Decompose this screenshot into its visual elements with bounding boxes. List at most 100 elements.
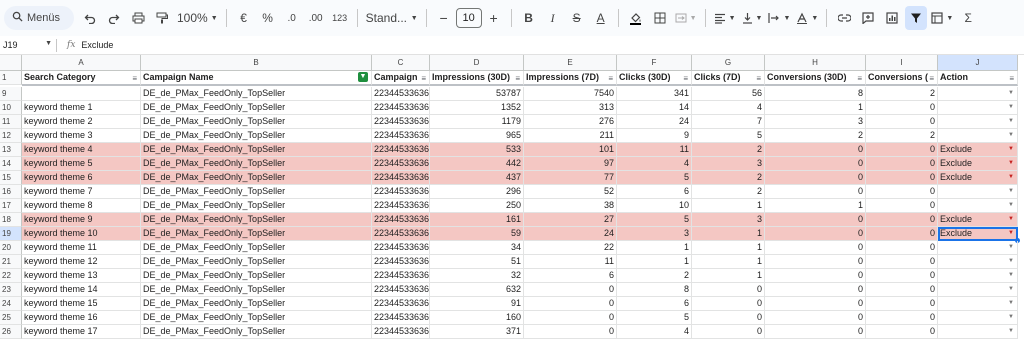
row-header-13[interactable]: 13 [0, 143, 22, 157]
table-cell[interactable]: 533 [430, 143, 524, 157]
filter-views-icon[interactable]: ▼ [929, 6, 955, 30]
filter-icon[interactable]: ≡ [421, 72, 426, 84]
table-cell[interactable]: 296 [430, 185, 524, 199]
table-cell[interactable]: 56 [692, 87, 765, 101]
column-header-j[interactable]: J [938, 55, 1018, 71]
table-cell[interactable]: 22 [524, 241, 617, 255]
action-dropdown-cell[interactable]: ▼ [938, 101, 1018, 115]
table-cell[interactable]: 22344533636 [372, 129, 430, 143]
filter-icon[interactable]: ≡ [929, 72, 934, 84]
table-cell[interactable]: 22344533636 [372, 297, 430, 311]
row-header-14[interactable]: 14 [0, 157, 22, 171]
table-cell[interactable]: 22344533636 [372, 101, 430, 115]
link-icon[interactable] [833, 6, 855, 30]
table-cell[interactable]: DE_de_PMax_FeedOnly_TopSeller [141, 171, 372, 185]
table-cell[interactable]: 6 [524, 269, 617, 283]
header-cell-d[interactable]: Impressions (30D) ≡ [430, 71, 524, 86]
table-cell[interactable]: keyword theme 8 [22, 199, 141, 213]
font-size-input[interactable]: 10 [455, 8, 482, 28]
table-cell[interactable]: 0 [692, 311, 765, 325]
row-header-17[interactable]: 17 [0, 199, 22, 213]
table-cell[interactable]: 51 [430, 255, 524, 269]
table-cell[interactable]: 22344533636 [372, 157, 430, 171]
undo-icon[interactable] [79, 6, 101, 30]
text-rotation-icon[interactable]: ▼ [794, 6, 820, 30]
table-cell[interactable]: 22344533636 [372, 115, 430, 129]
table-cell[interactable]: keyword theme 2 [22, 115, 141, 129]
header-cell-i[interactable]: Conversions (≡ [866, 71, 938, 86]
table-cell[interactable]: DE_de_PMax_FeedOnly_TopSeller [141, 87, 372, 101]
header-cell-b[interactable]: Campaign Name ▼ [141, 71, 372, 86]
table-cell[interactable]: 160 [430, 311, 524, 325]
chevron-down-icon[interactable]: ▼ [1008, 129, 1014, 142]
table-cell[interactable]: 2 [617, 269, 692, 283]
formula-input[interactable]: Exclude [81, 40, 113, 50]
table-cell[interactable]: keyword theme 11 [22, 241, 141, 255]
comment-icon[interactable] [857, 6, 879, 30]
row-header-1[interactable]: 1 [0, 71, 22, 85]
table-cell[interactable]: 22344533636 [372, 255, 430, 269]
font-size-decrease-button[interactable]: − [433, 6, 455, 30]
table-cell[interactable]: 0 [765, 255, 866, 269]
table-cell[interactable] [22, 87, 141, 101]
table-cell[interactable]: 5 [617, 311, 692, 325]
font-select[interactable]: Stand... ▼ [364, 6, 420, 30]
table-cell[interactable]: DE_de_PMax_FeedOnly_TopSeller [141, 325, 372, 339]
table-cell[interactable]: DE_de_PMax_FeedOnly_TopSeller [141, 101, 372, 115]
table-cell[interactable]: 2 [692, 185, 765, 199]
percent-format-button[interactable]: % [257, 6, 279, 30]
chart-icon[interactable] [881, 6, 903, 30]
table-cell[interactable]: 1352 [430, 101, 524, 115]
select-all-corner[interactable] [0, 55, 22, 71]
action-dropdown-cell[interactable]: ▼ [938, 311, 1018, 325]
table-cell[interactable]: 2 [692, 171, 765, 185]
table-cell[interactable]: 24 [524, 227, 617, 241]
action-dropdown-cell[interactable]: ▼ [938, 269, 1018, 283]
chevron-down-icon[interactable]: ▼ [1008, 283, 1014, 296]
more-formats-button[interactable]: 123 [329, 6, 351, 30]
filter-icon[interactable]: ≡ [515, 72, 520, 84]
table-cell[interactable]: 14 [617, 101, 692, 115]
table-cell[interactable]: 632 [430, 283, 524, 297]
table-cell[interactable]: 11 [617, 143, 692, 157]
table-cell[interactable]: 0 [765, 171, 866, 185]
table-cell[interactable]: 276 [524, 115, 617, 129]
table-cell[interactable]: 101 [524, 143, 617, 157]
borders-icon[interactable] [649, 6, 671, 30]
table-cell[interactable]: 91 [430, 297, 524, 311]
row-header-16[interactable]: 16 [0, 185, 22, 199]
header-cell-e[interactable]: Impressions (7D) ≡ [524, 71, 617, 86]
table-cell[interactable]: 0 [765, 213, 866, 227]
table-cell[interactable]: 1179 [430, 115, 524, 129]
header-cell-g[interactable]: Clicks (7D) ≡ [692, 71, 765, 86]
row-header-15[interactable]: 15 [0, 171, 22, 185]
chevron-down-icon[interactable]: ▼ [1008, 241, 1014, 254]
table-cell[interactable]: keyword theme 1 [22, 101, 141, 115]
action-dropdown-cell[interactable]: Exclude ▼ [938, 157, 1018, 171]
header-cell-c[interactable]: Campaign ≡ [372, 71, 430, 86]
table-cell[interactable]: 3 [765, 115, 866, 129]
table-cell[interactable]: keyword theme 15 [22, 297, 141, 311]
table-cell[interactable]: DE_de_PMax_FeedOnly_TopSeller [141, 241, 372, 255]
table-cell[interactable]: 0 [866, 171, 938, 185]
column-header-h[interactable]: H [765, 55, 866, 71]
table-cell[interactable]: 0 [765, 157, 866, 171]
table-cell[interactable]: DE_de_PMax_FeedOnly_TopSeller [141, 283, 372, 297]
table-cell[interactable]: DE_de_PMax_FeedOnly_TopSeller [141, 297, 372, 311]
zoom-select[interactable]: 100% ▼ [175, 6, 220, 30]
table-cell[interactable]: 1 [765, 199, 866, 213]
table-cell[interactable]: 5 [617, 171, 692, 185]
table-cell[interactable]: DE_de_PMax_FeedOnly_TopSeller [141, 199, 372, 213]
header-cell-a[interactable]: Search Category ≡ [22, 71, 141, 86]
row-header-22[interactable]: 22 [0, 269, 22, 283]
action-dropdown-cell[interactable]: ▼ [938, 325, 1018, 339]
currency-format-button[interactable]: € [233, 6, 255, 30]
table-cell[interactable]: 0 [866, 199, 938, 213]
table-cell[interactable]: 1 [692, 269, 765, 283]
table-cell[interactable]: 6 [617, 185, 692, 199]
table-cell[interactable]: 34 [430, 241, 524, 255]
table-cell[interactable]: 2 [866, 87, 938, 101]
table-cell[interactable]: 3 [692, 157, 765, 171]
table-cell[interactable]: 9 [617, 129, 692, 143]
table-cell[interactable]: 0 [866, 115, 938, 129]
